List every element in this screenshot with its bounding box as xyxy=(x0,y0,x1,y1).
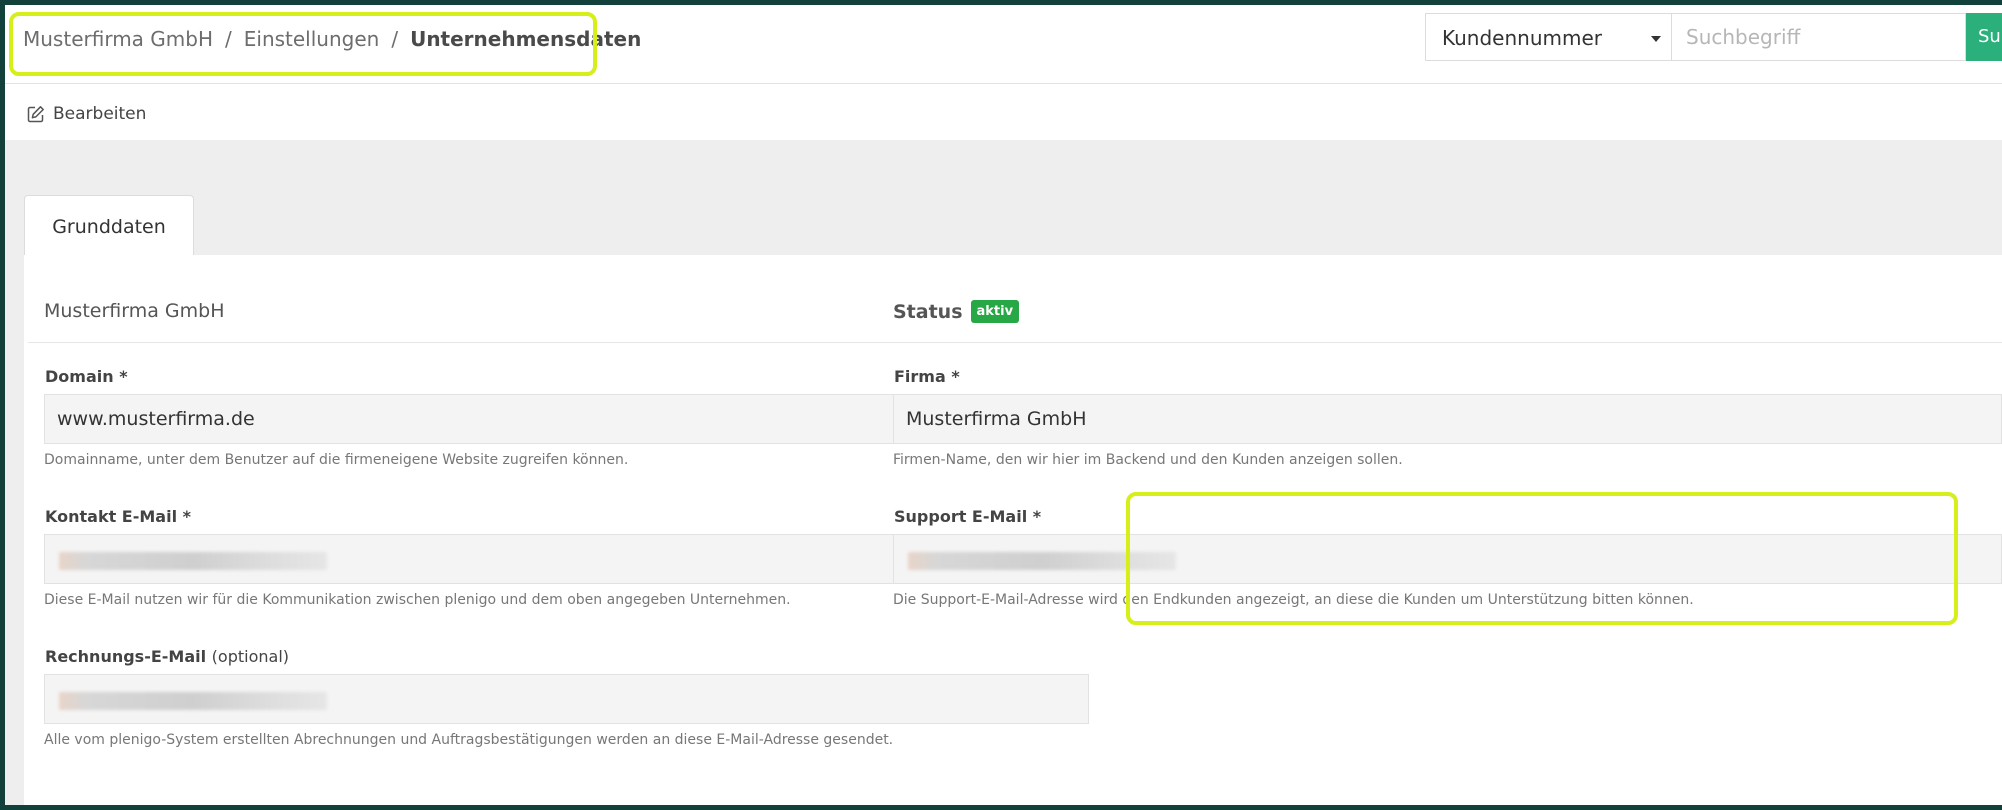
tab-grunddaten[interactable]: Grunddaten xyxy=(24,195,194,255)
required-marker: * xyxy=(951,367,960,386)
breadcrumb-item-settings[interactable]: Einstellungen xyxy=(244,27,380,51)
edit-button-label: Bearbeiten xyxy=(53,104,147,124)
company-label: Firma * xyxy=(894,367,960,386)
domain-label: Domain * xyxy=(45,367,128,386)
search-field-select[interactable]: Kundennummer xyxy=(1425,13,1671,61)
billing-email-help: Alle vom plenigo-System erstellten Abrec… xyxy=(44,732,894,748)
support-email-input[interactable] xyxy=(893,534,2002,584)
company-data-panel: Musterfirma GmbH Status aktiv Domain * w… xyxy=(24,255,2002,805)
caret-down-icon xyxy=(1651,36,1661,42)
divider xyxy=(28,342,2002,343)
redacted-value xyxy=(59,692,327,710)
company-label-text: Firma xyxy=(894,367,946,386)
edit-button[interactable]: Bearbeiten xyxy=(27,104,146,124)
company-input[interactable]: Musterfirma GmbH xyxy=(893,394,2002,444)
required-marker: * xyxy=(119,367,128,386)
breadcrumb-current: Unternehmensdaten xyxy=(410,27,642,51)
contact-email-label: Kontakt E-Mail * xyxy=(45,507,191,526)
billing-email-label: Rechnungs-E-Mail (optional) xyxy=(45,647,289,666)
domain-label-text: Domain xyxy=(45,367,114,386)
breadcrumb-separator: / xyxy=(225,27,232,51)
search-input[interactable] xyxy=(1671,13,1966,61)
billing-email-input[interactable] xyxy=(44,674,1089,724)
redacted-value xyxy=(908,552,1176,570)
domain-help: Domainname, unter dem Benutzer auf die f… xyxy=(44,452,629,468)
status-label: Status xyxy=(893,300,963,323)
breadcrumb-item-company[interactable]: Musterfirma GmbH xyxy=(23,27,213,51)
redacted-value xyxy=(59,552,327,570)
breadcrumb: Musterfirma GmbH / Einstellungen / Unternehm… xyxy=(23,27,641,51)
search-field-select-value: Kundennummer xyxy=(1442,26,1602,50)
app-window: Musterfirma GmbH / Einstellungen / Unternehm… xyxy=(5,5,2002,805)
required-marker: * xyxy=(1032,507,1042,526)
support-email-help: Die Support-E-Mail-Adresse wird den Endk… xyxy=(893,592,1694,608)
company-name-heading: Musterfirma GmbH xyxy=(44,300,225,322)
search-button[interactable]: Su xyxy=(1966,13,2002,61)
status-heading: Status aktiv xyxy=(893,300,1020,323)
optional-marker: (optional) xyxy=(211,647,289,666)
status-badge: aktiv xyxy=(970,300,1020,323)
top-bar: Musterfirma GmbH / Einstellungen / Unternehm… xyxy=(5,5,2002,84)
required-marker: * xyxy=(182,507,192,526)
company-help: Firmen-Name, den wir hier im Backend und… xyxy=(893,452,1403,468)
billing-email-label-text: Rechnungs-E-Mail xyxy=(45,647,207,666)
contact-email-label-text: Kontakt E-Mail xyxy=(45,507,178,526)
edit-icon xyxy=(27,106,44,123)
support-email-label: Support E-Mail * xyxy=(894,507,1041,526)
contact-email-help: Diese E-Mail nutzen wir für die Kommunik… xyxy=(44,592,791,608)
breadcrumb-separator: / xyxy=(391,27,399,51)
toolbar: Bearbeiten xyxy=(5,84,2002,140)
support-email-label-text: Support E-Mail xyxy=(894,507,1028,526)
